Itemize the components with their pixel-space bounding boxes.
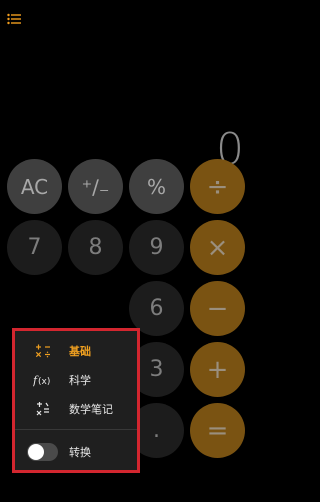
menu-item-basic-label: 基础 xyxy=(69,345,91,358)
menu-item-scientific[interactable]: f (x) 科学 xyxy=(12,365,140,395)
menu-item-scientific-label: 科学 xyxy=(69,374,91,387)
digit-7-button[interactable]: 7 xyxy=(7,220,62,275)
calculator-screen: 0 AC ⁺∕₋ % ÷ 7 8 9 × 6 − 3 + . = 基础 f (x… xyxy=(0,0,254,502)
plus-minus-button[interactable]: ⁺∕₋ xyxy=(68,159,123,214)
subtract-button[interactable]: − xyxy=(190,281,245,336)
menu-item-basic[interactable]: 基础 xyxy=(12,336,140,366)
add-button[interactable]: + xyxy=(190,342,245,397)
list-menu-icon[interactable] xyxy=(7,10,21,25)
ac-button[interactable]: AC xyxy=(7,159,62,214)
menu-item-math-notes[interactable]: 数学笔记 xyxy=(12,394,140,424)
convert-toggle[interactable] xyxy=(27,443,58,461)
toggle-knob xyxy=(28,444,44,460)
digit-6-button[interactable]: 6 xyxy=(129,281,184,336)
multiply-button[interactable]: × xyxy=(190,220,245,275)
equals-button[interactable]: = xyxy=(190,403,245,458)
digit-8-button[interactable]: 8 xyxy=(68,220,123,275)
basic-calc-icon xyxy=(32,341,54,361)
divide-button[interactable]: ÷ xyxy=(190,159,245,214)
digit-9-button[interactable]: 9 xyxy=(129,220,184,275)
menu-divider xyxy=(12,429,140,430)
function-fx-icon: f (x) xyxy=(32,370,54,390)
menu-item-math-notes-label: 数学笔记 xyxy=(69,403,113,416)
math-notes-icon xyxy=(32,399,54,419)
percent-button[interactable]: % xyxy=(129,159,184,214)
mode-menu-popup: 基础 f (x) 科学 数学笔记 转换 xyxy=(12,328,140,473)
convert-toggle-label: 转换 xyxy=(69,446,91,459)
svg-text:(x): (x) xyxy=(38,377,50,387)
